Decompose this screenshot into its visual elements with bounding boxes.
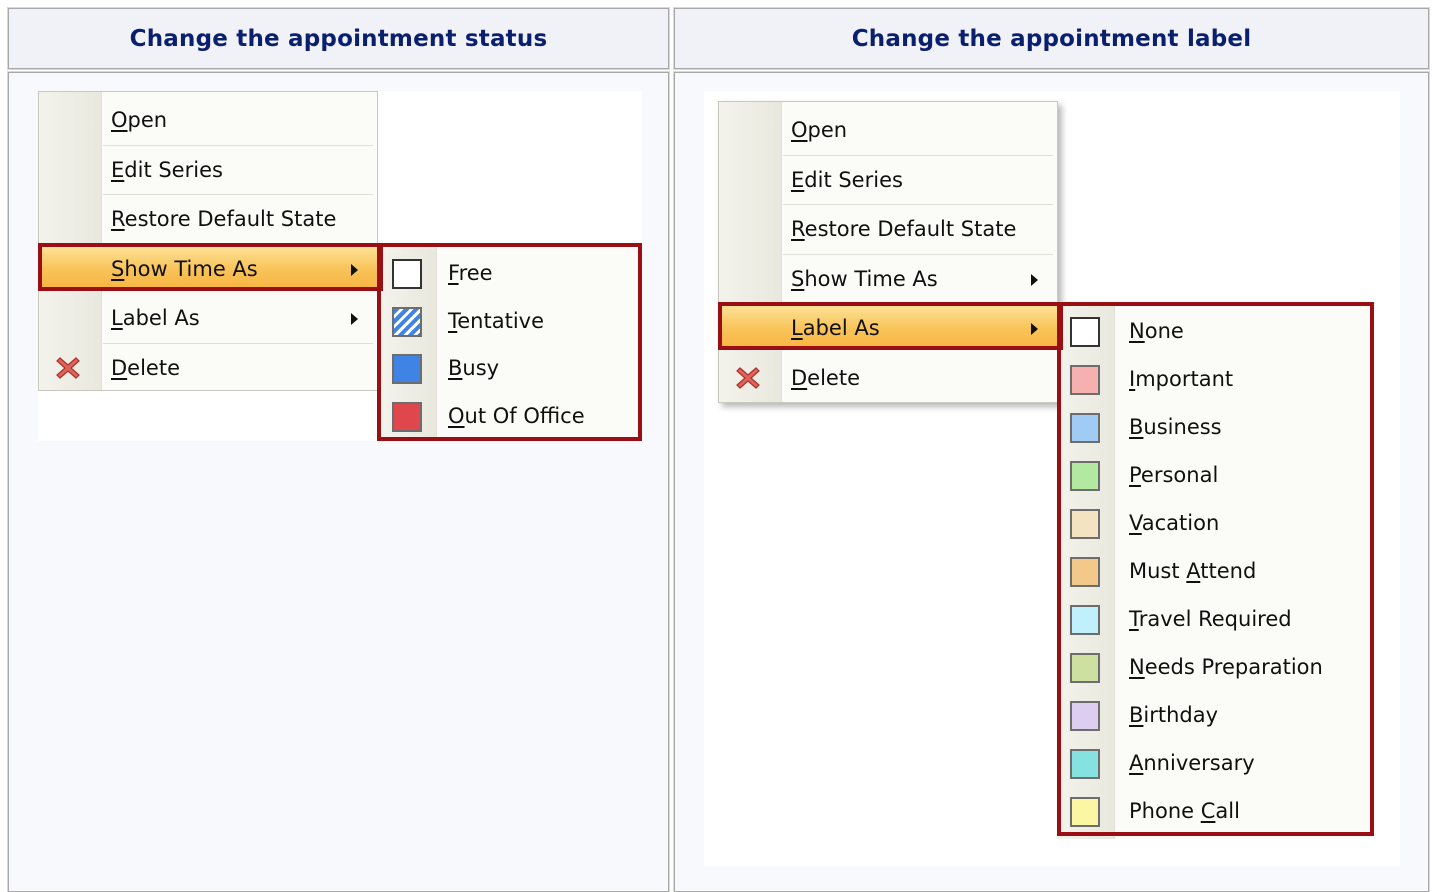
menu-item-label-as[interactable]: Label As: [39, 294, 377, 343]
menu-item-label: Edit Series: [111, 157, 223, 182]
menu-item-label: Delete: [111, 355, 180, 380]
menu-item-delete[interactable]: Delete: [39, 344, 377, 393]
menu-item-label: Open: [111, 108, 168, 132]
delete-x-icon: [56, 356, 80, 379]
left-panel-header: Change the appointment status: [7, 7, 670, 70]
menu-item-label: Label As: [111, 306, 200, 330]
menu-item-delete[interactable]: Delete: [719, 354, 1057, 403]
context-menu: Open Edit Series Restore Default State Show…: [38, 91, 378, 391]
menu-item-label: Restore Default State: [791, 217, 1017, 241]
menu-item-label: Delete: [791, 365, 860, 390]
menu-item-edit-series[interactable]: Edit Series: [719, 156, 1057, 205]
menu-item-label: Show Time As: [791, 266, 938, 291]
right-panel-title: Change the appointment label: [851, 25, 1252, 52]
menu-item-open[interactable]: Open: [39, 96, 377, 145]
menu-item-label: Restore Default State: [111, 207, 337, 231]
highlight-box-label-submenu: [1057, 302, 1374, 836]
highlight-box-status-submenu: [377, 243, 642, 441]
highlight-box-show-time-as: [38, 243, 383, 291]
right-panel-header: Change the appointment label: [673, 7, 1430, 70]
highlight-box-label-as: [718, 302, 1063, 350]
submenu-arrow-icon: [1031, 273, 1038, 286]
menu-item-edit-series[interactable]: Edit Series: [39, 146, 377, 195]
submenu-arrow-icon: [351, 313, 358, 325]
menu-item-open[interactable]: Open: [719, 106, 1057, 155]
menu-item-restore-default-state[interactable]: Restore Default State: [719, 205, 1057, 254]
left-screenshot: Open Edit Series Restore Default State Show…: [38, 91, 642, 441]
delete-x-icon: [736, 366, 760, 389]
menu-item-label: Edit Series: [791, 167, 903, 192]
left-panel-title: Change the appointment status: [129, 25, 548, 52]
menu-item-label: Open: [791, 118, 848, 142]
right-screenshot: Open Edit Series Restore Default State Show…: [704, 91, 1400, 866]
menu-item-show-time-as[interactable]: Show Time As: [719, 255, 1057, 304]
menu-item-restore-default-state[interactable]: Restore Default State: [39, 195, 377, 244]
context-menu: Open Edit Series Restore Default State Show…: [718, 101, 1058, 403]
